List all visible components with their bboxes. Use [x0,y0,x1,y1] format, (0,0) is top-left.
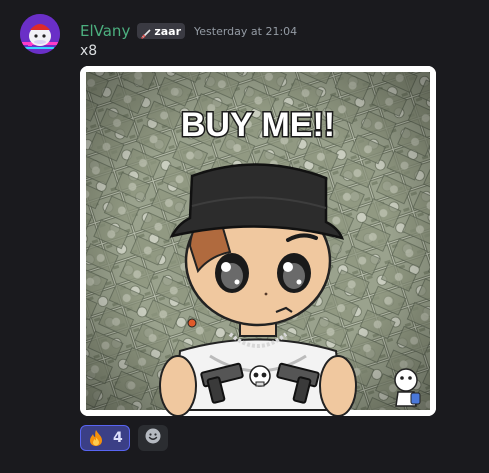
message-content: x8 [80,43,98,59]
avatar-image [20,14,60,54]
message-timestamp[interactable]: Yesterday at 21:04 [194,25,297,38]
message-header: ElVany zaar Yesterday at 21:04 [80,22,297,40]
reaction-count: 4 [113,430,123,446]
reactions-bar: 4 [80,425,168,451]
author-username[interactable]: ElVany [80,22,130,40]
server-tag-label: zaar [154,24,182,38]
add-reaction-button[interactable] [137,425,168,451]
image-attachment[interactable]: BUY ME!! [80,66,436,416]
fire-emoji-icon [87,429,105,447]
server-tag[interactable]: zaar [137,23,186,39]
sword-icon [140,25,152,39]
chat-message: ElVany zaar Yesterday at 21:04 x8 BUY ME… [0,0,489,473]
author-avatar[interactable] [20,14,60,54]
meme-caption: BUY ME!! [181,106,335,144]
smiley-icon [144,427,162,449]
reaction-fire[interactable]: 4 [80,425,130,451]
attachment-image: BUY ME!! [80,66,436,416]
